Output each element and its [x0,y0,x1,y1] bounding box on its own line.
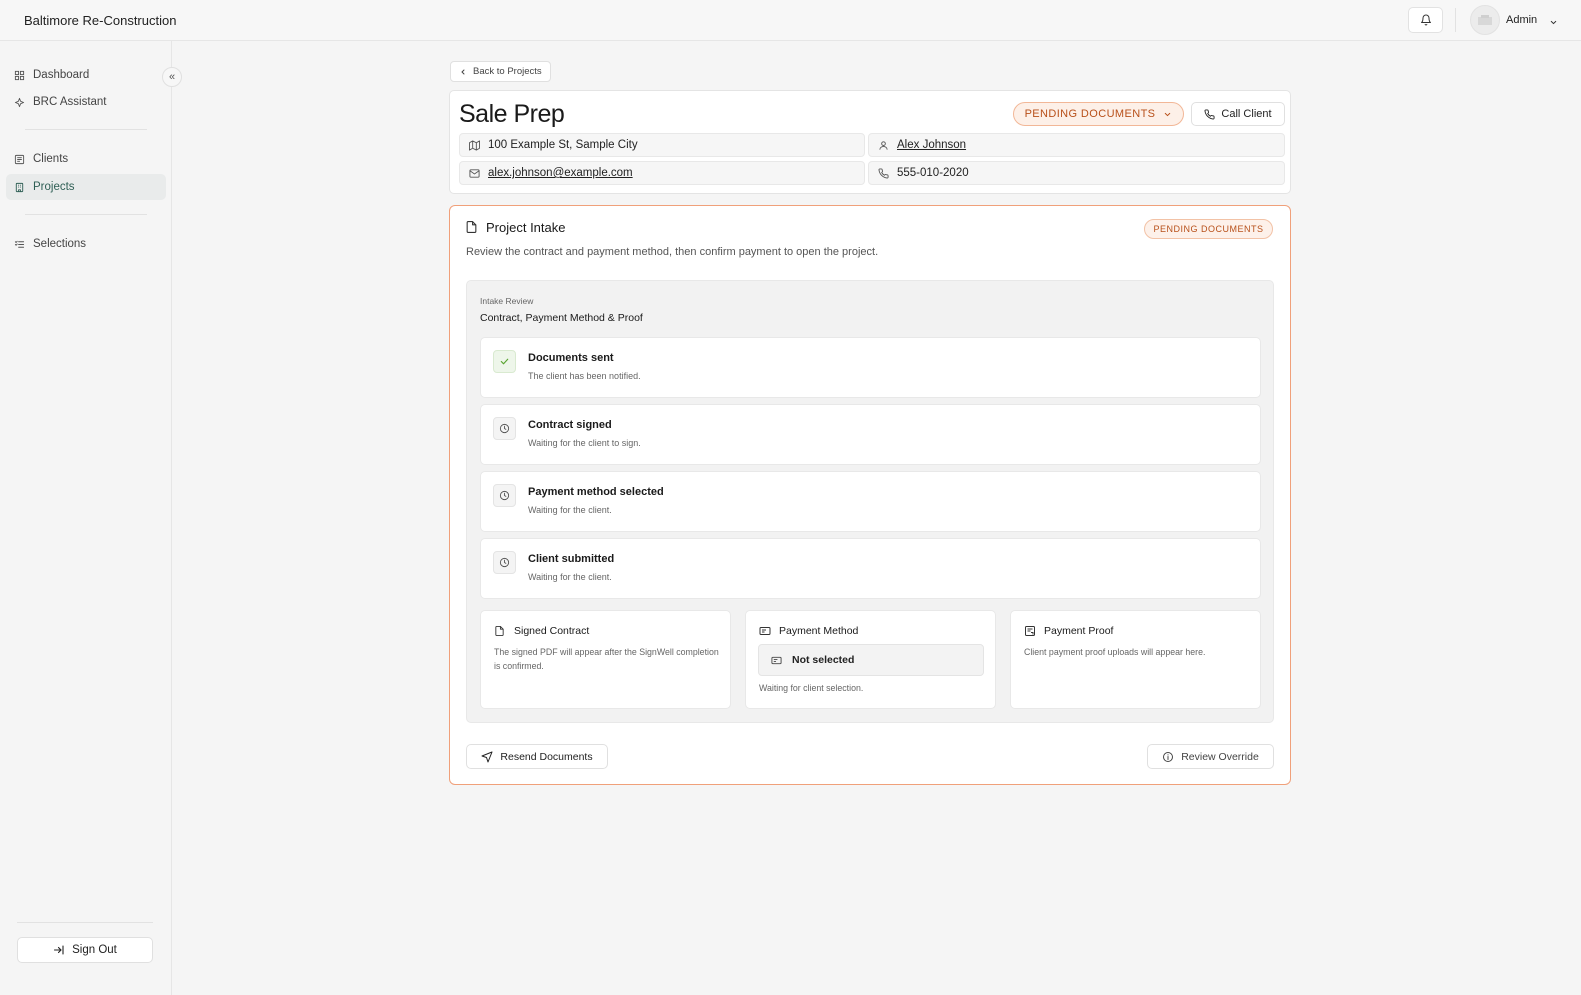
intake-title: Project Intake [486,220,566,235]
avatar[interactable] [1470,5,1500,35]
top-bar-divider [1455,8,1456,32]
sidebar-divider [25,214,147,215]
notifications-button[interactable] [1408,7,1443,33]
sidebar-item-brc-assistant[interactable]: BRC Assistant [6,89,166,115]
chevron-left-icon [459,68,467,76]
address-text: 100 Example St, Sample City [488,139,638,151]
sidebar-item-label: BRC Assistant [33,96,107,108]
receipt-icon [1024,625,1036,637]
step-subtitle: Waiting for the client. [528,572,612,582]
sidebar-item-clients[interactable]: Clients [6,146,166,172]
sign-out-button[interactable]: Sign Out [17,937,153,963]
bell-icon [1420,14,1432,26]
call-client-label: Call Client [1221,108,1272,120]
step-client-submitted: Client submitted Waiting for the client. [480,538,1261,599]
review-title: Contract, Payment Method & Proof [480,312,643,324]
intake-description: Review the contract and payment method, … [466,246,879,258]
project-header-card: Sale Prep PENDING DOCUMENTS Call Client … [449,90,1291,194]
mail-icon [468,168,480,179]
step-contract-signed: Contract signed Waiting for the client t… [480,404,1261,465]
check-icon [493,350,516,373]
clock-icon [493,484,516,507]
status-label: PENDING DOCUMENTS [1024,108,1156,120]
grid-icon [13,69,26,82]
payment-proof-text: Client payment proof uploads will appear… [1024,647,1206,657]
step-title: Payment method selected [528,486,664,498]
payment-method-title: Payment Method [779,625,859,637]
call-client-button[interactable]: Call Client [1191,102,1285,126]
sidebar-item-label: Clients [33,153,69,165]
email-link[interactable]: alex.johnson@example.com [488,167,633,179]
back-label: Back to Projects [473,66,542,77]
payment-method-card: Payment Method Not selected Waiting for … [745,610,996,709]
user-name[interactable]: Admin [1506,14,1537,26]
sidebar-item-label: Projects [33,181,75,193]
client-name-link[interactable]: Alex Johnson [897,139,966,151]
step-subtitle: Waiting for the client to sign. [528,438,641,448]
sidebar-item-label: Selections [33,238,87,250]
sidebar-item-selections[interactable]: Selections [6,231,166,257]
client-name-field: Alex Johnson [868,133,1285,157]
info-icon [1162,751,1174,763]
sparkle-icon [13,96,26,109]
step-documents-sent: Documents sent The client has been notif… [480,337,1261,398]
contacts-icon [13,153,26,166]
clock-icon [493,551,516,574]
sign-out-icon [53,944,65,956]
sidebar-divider [17,922,153,923]
payment-method-value: Not selected [758,644,984,676]
payment-proof-title: Payment Proof [1044,625,1114,637]
building-icon [13,181,26,194]
app-brand: Baltimore Re-Construction [24,13,177,28]
override-label: Review Override [1181,750,1259,763]
chevron-down-icon [1163,110,1172,119]
document-icon [465,220,478,234]
top-bar: Baltimore Re-Construction Admin [0,0,1581,41]
email-field: alex.johnson@example.com [459,161,865,185]
sidebar-divider [25,129,147,130]
page-title: Sale Prep [459,100,565,128]
step-title: Client submitted [528,553,615,565]
user-icon [877,140,889,151]
review-override-button[interactable]: Review Override [1147,744,1274,769]
resend-label: Resend Documents [500,750,593,763]
signed-contract-card: Signed Contract The signed PDF will appe… [480,610,731,709]
phone-icon [877,167,889,179]
clock-icon [493,417,516,440]
company-logo-icon [1477,14,1493,26]
wallet-icon [759,625,771,637]
list-check-icon [13,238,26,251]
sidebar-collapse-button[interactable]: « [162,67,182,87]
sidebar-item-projects[interactable]: Projects [6,174,166,200]
step-title: Contract signed [528,419,612,431]
sidebar-item-dashboard[interactable]: Dashboard [6,62,166,88]
phone-field: 555-010-2020 [868,161,1285,185]
status-badge: PENDING DOCUMENTS [1144,219,1273,239]
back-to-projects-button[interactable]: Back to Projects [450,61,551,82]
wallet-icon [771,655,782,666]
sign-out-label: Sign Out [72,944,117,956]
step-subtitle: The client has been notified. [528,371,641,381]
map-icon [468,139,480,151]
payment-method-value-text: Not selected [792,654,855,666]
signed-contract-text: The signed PDF will appear after the Sig… [494,647,719,671]
resend-documents-button[interactable]: Resend Documents [466,744,608,769]
document-icon [494,625,505,637]
step-title: Documents sent [528,352,614,364]
phone-icon [1204,108,1215,120]
phone-text: 555-010-2020 [897,167,969,179]
review-label: Intake Review [480,296,534,306]
project-intake-card: Project Intake PENDING DOCUMENTS Review … [449,205,1291,785]
step-subtitle: Waiting for the client. [528,505,612,515]
status-dropdown[interactable]: PENDING DOCUMENTS [1013,102,1184,126]
payment-method-note: Waiting for client selection. [759,683,864,693]
signed-contract-title: Signed Contract [514,625,590,637]
payment-proof-card: Payment Proof Client payment proof uploa… [1010,610,1261,709]
sidebar-item-label: Dashboard [33,69,90,81]
intake-review-panel: Intake Review Contract, Payment Method &… [466,280,1274,723]
send-icon [481,751,493,763]
chevron-down-icon[interactable] [1549,14,1558,32]
address-field: 100 Example St, Sample City [459,133,865,157]
step-payment-method-selected: Payment method selected Waiting for the … [480,471,1261,532]
